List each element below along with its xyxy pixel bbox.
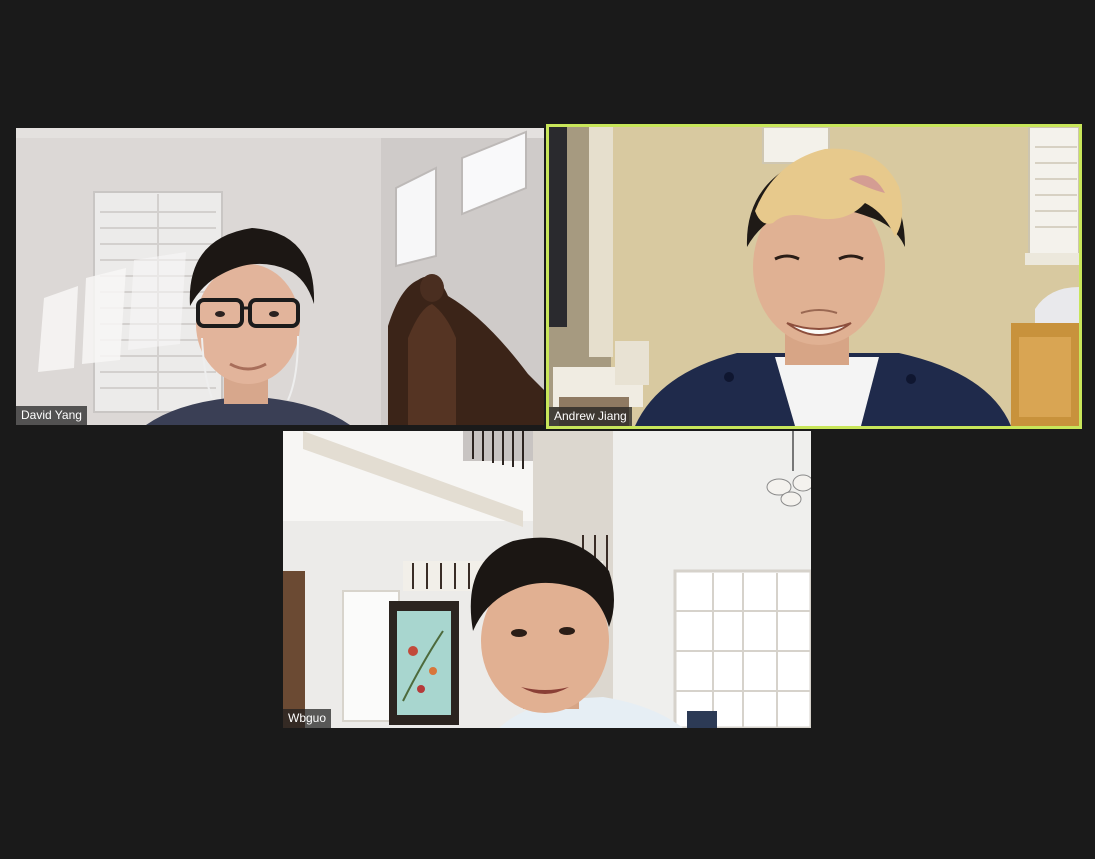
participant-tile-david-yang[interactable]: David Yang [16,128,544,425]
participant-video-andrew-jiang [549,127,1079,426]
meeting-gallery-view: David Yang Andrew Jiang Wbguo [0,0,1095,859]
participant-video-wbguo [283,431,811,728]
participant-tile-wbguo[interactable]: Wbguo [283,431,811,728]
participant-tile-andrew-jiang[interactable]: Andrew Jiang [546,124,1082,429]
participant-name-label: Andrew Jiang [549,407,632,426]
participant-video-david-yang [16,128,544,425]
participant-name-label: Wbguo [283,709,332,728]
participant-name-label: David Yang [16,406,87,425]
